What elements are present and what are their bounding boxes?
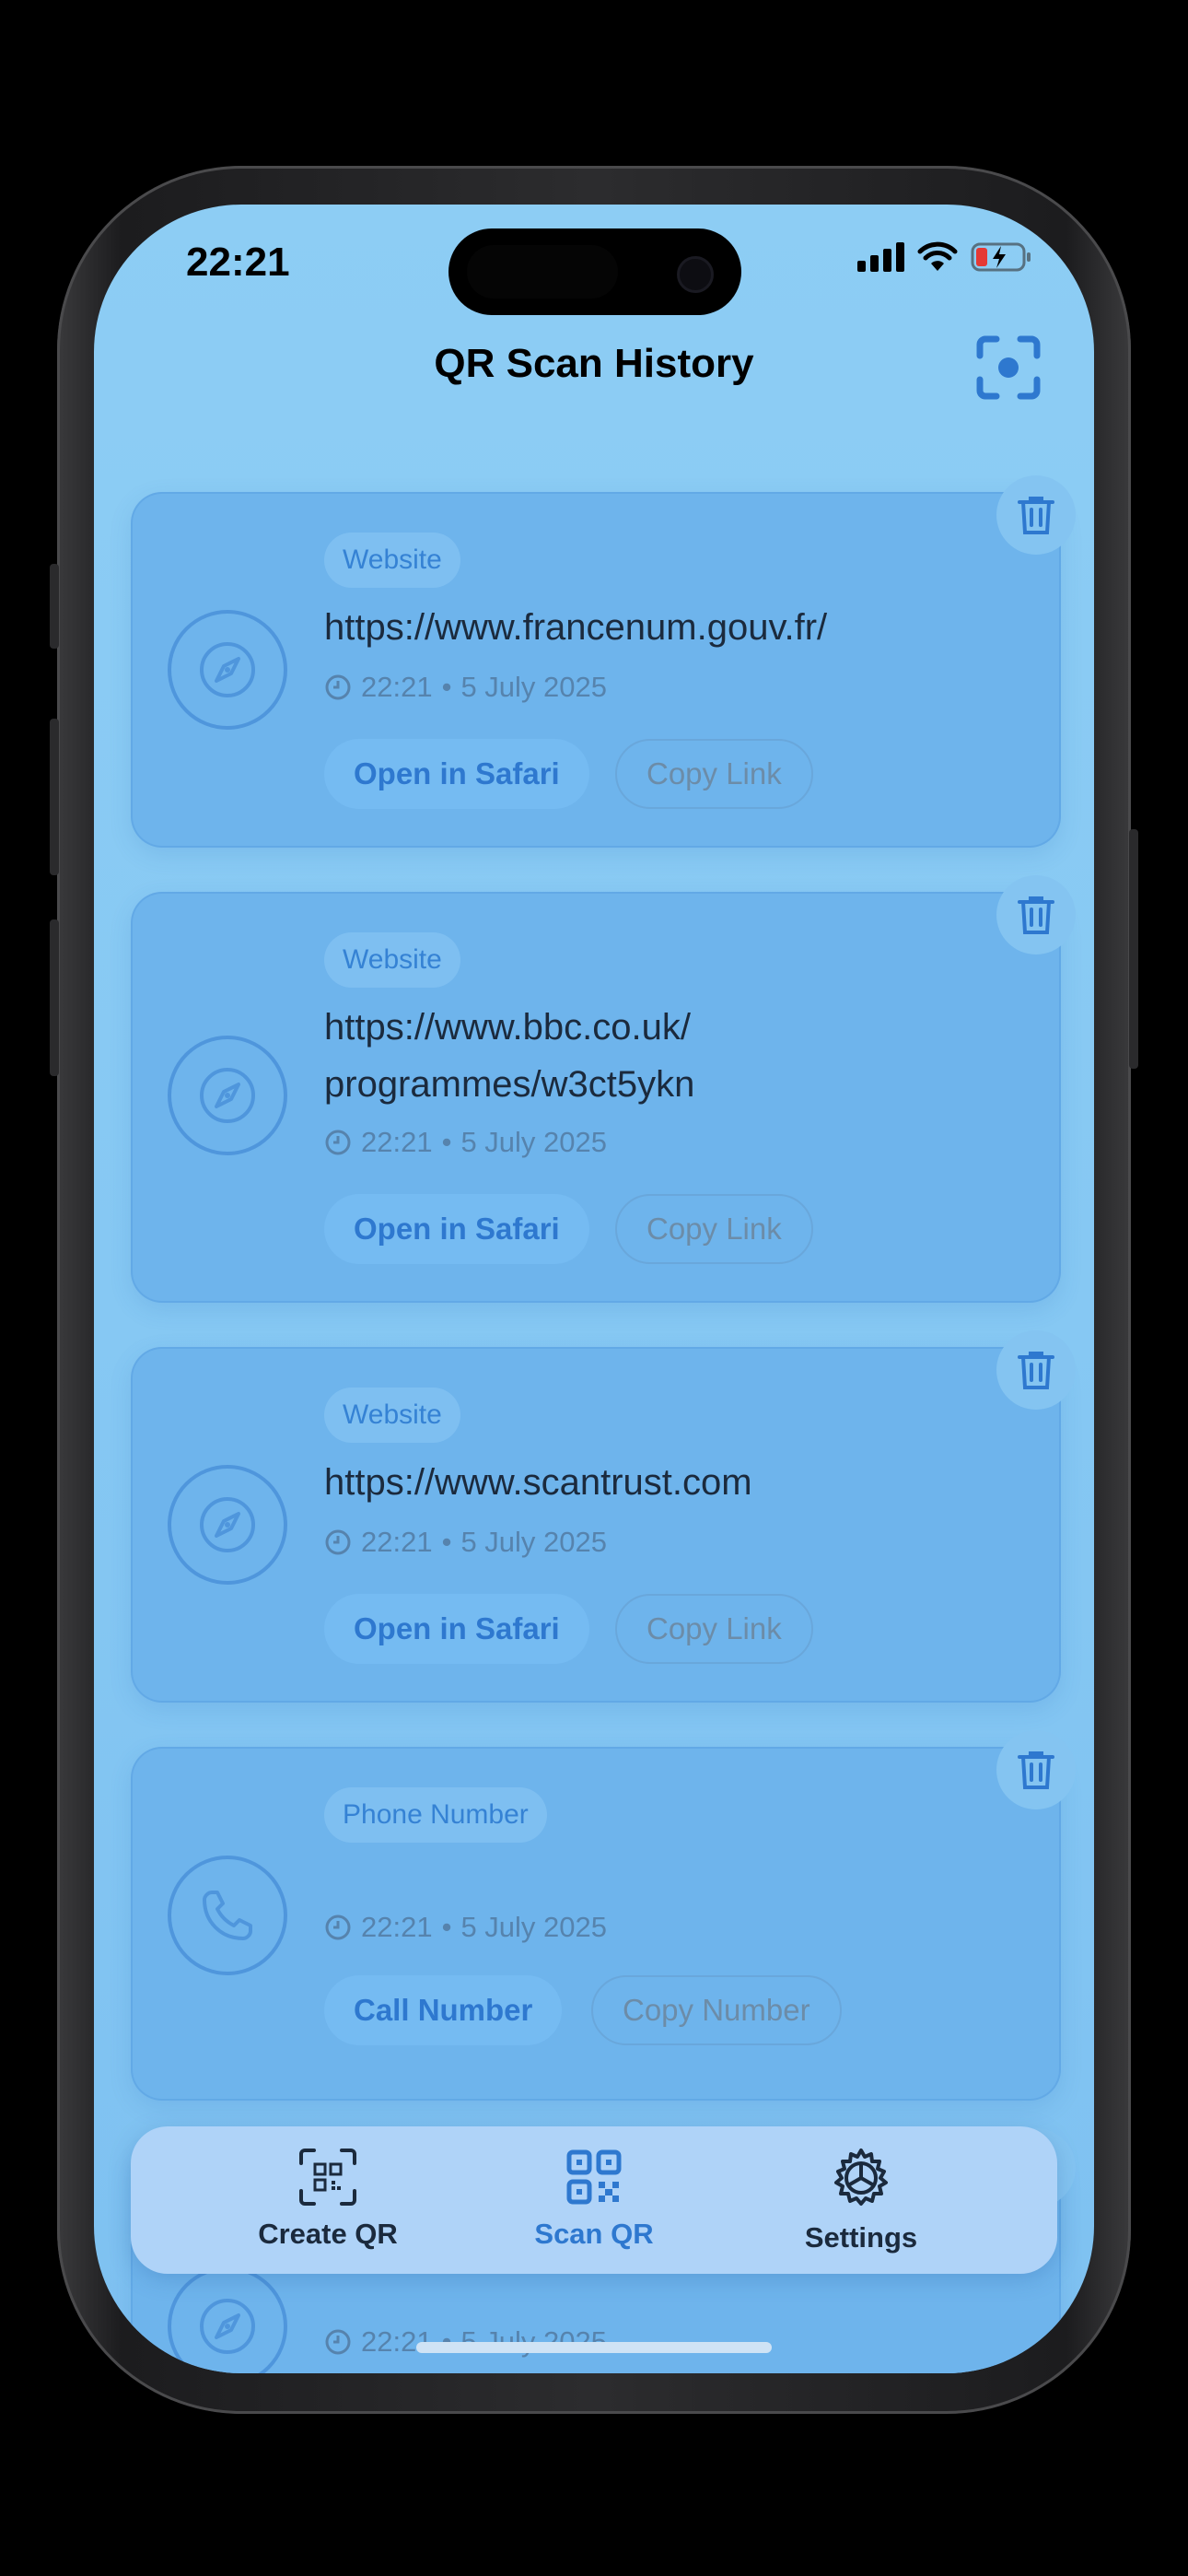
- scanned-url: https://www.bbc.co.uk/ programmes/w3ct5y…: [324, 999, 1042, 1113]
- scan-timestamp: 22:21 • 5 July 2025: [324, 1126, 607, 1159]
- status-icons: [857, 241, 1033, 273]
- clock-icon: [325, 1130, 351, 1155]
- compass-icon-circle: [168, 610, 287, 730]
- compass-icon: [200, 1497, 255, 1552]
- copy-number-button[interactable]: Copy Number: [591, 1975, 842, 2045]
- url-line: programmes/w3ct5ykn: [324, 1064, 695, 1105]
- trash-icon: [1018, 896, 1054, 934]
- phone-icon: [203, 1891, 252, 1940]
- type-badge: Website: [324, 1388, 460, 1443]
- scan-time: 22:21: [361, 1911, 433, 1943]
- compass-icon: [200, 642, 255, 697]
- clock-icon: [325, 2329, 351, 2355]
- trash-icon: [1018, 1352, 1054, 1389]
- copy-link-button[interactable]: Copy Link: [615, 739, 813, 809]
- history-card: Website https://www.bbc.co.uk/ programme…: [131, 892, 1061, 1303]
- separator-dot: •: [441, 671, 452, 703]
- volume-up-button: [50, 719, 59, 875]
- url-line: https://www.scantrust.com: [324, 1462, 752, 1503]
- compass-icon: [200, 2299, 255, 2354]
- scan-time: 22:21: [361, 1526, 433, 1558]
- power-button: [1129, 829, 1138, 1069]
- scan-timestamp: 22:21 • 5 July 2025: [324, 671, 607, 704]
- trash-icon: [1018, 497, 1054, 534]
- scanned-url: https://www.francenum.gouv.fr/: [324, 599, 1042, 656]
- compass-icon-circle: [168, 1465, 287, 1585]
- tab-bar: Create QR Scan QR Settings: [131, 2126, 1057, 2274]
- front-camera: [677, 256, 714, 293]
- delete-button[interactable]: [996, 1330, 1076, 1410]
- phone-icon-circle: [168, 1856, 287, 1975]
- tab-create-qr[interactable]: Create QR: [208, 2147, 448, 2251]
- app-screen: 22:21 QR Scan History Website https://ww…: [94, 205, 1094, 2373]
- separator-dot: •: [441, 1911, 452, 1943]
- island-sensor: [467, 245, 618, 299]
- separator-dot: •: [441, 1126, 452, 1158]
- home-indicator[interactable]: [416, 2342, 772, 2353]
- volume-down-button: [50, 919, 59, 1076]
- url-line: https://www.bbc.co.uk/: [324, 1007, 691, 1048]
- clock-icon: [325, 1529, 351, 1555]
- qr-scan-icon: [566, 2149, 622, 2205]
- viewfinder-icon: [976, 335, 1041, 400]
- delete-button[interactable]: [996, 1730, 1076, 1809]
- scan-time: 22:21: [361, 1126, 433, 1158]
- gear-icon: [834, 2149, 888, 2206]
- delete-button[interactable]: [996, 875, 1076, 954]
- clock-icon: [325, 674, 351, 700]
- open-in-safari-button[interactable]: Open in Safari: [324, 1594, 589, 1664]
- wifi-icon: [917, 241, 958, 271]
- scan-date: 5 July 2025: [460, 671, 607, 703]
- trash-icon: [1018, 1751, 1054, 1789]
- compass-icon-circle: [168, 1036, 287, 1155]
- cellular-signal-icon: [857, 242, 904, 272]
- delete-button[interactable]: [996, 475, 1076, 555]
- copy-link-button[interactable]: Copy Link: [615, 1594, 813, 1664]
- type-badge: Website: [324, 533, 460, 588]
- history-card: Website https://www.scantrust.com 22:21 …: [131, 1347, 1061, 1703]
- open-in-safari-button[interactable]: Open in Safari: [324, 1194, 589, 1264]
- tab-create-qr-label: Create QR: [258, 2218, 398, 2250]
- tab-scan-qr-label: Scan QR: [534, 2218, 654, 2250]
- scan-date: 5 July 2025: [460, 1126, 607, 1158]
- status-time: 22:21: [186, 240, 290, 285]
- scan-timestamp: 22:21 • 5 July 2025: [324, 1911, 607, 1944]
- type-badge: Phone Number: [324, 1787, 547, 1843]
- copy-link-button[interactable]: Copy Link: [615, 1194, 813, 1264]
- call-number-button[interactable]: Call Number: [324, 1975, 563, 2045]
- tab-settings-label: Settings: [804, 2221, 918, 2254]
- scan-date: 5 July 2025: [460, 1911, 607, 1943]
- page-title: QR Scan History: [434, 341, 754, 386]
- dynamic-island: [448, 228, 741, 315]
- url-line: https://www.francenum.gouv.fr/: [324, 607, 828, 648]
- history-card: Phone Number 22:21 • 5 July 2025 Call Nu…: [131, 1747, 1061, 2101]
- type-badge: Website: [324, 932, 460, 988]
- qr-create-icon: [299, 2149, 356, 2206]
- battery-charging-icon: [971, 242, 1031, 272]
- tab-settings[interactable]: Settings: [741, 2147, 981, 2254]
- scan-time: 22:21: [361, 671, 433, 703]
- compass-icon: [200, 1068, 255, 1123]
- history-card: Website https://www.francenum.gouv.fr/ 2…: [131, 492, 1061, 848]
- scan-button[interactable]: [974, 334, 1042, 402]
- scan-date: 5 July 2025: [460, 1526, 607, 1558]
- compass-icon-circle: [168, 2266, 287, 2373]
- action-button: [50, 564, 59, 649]
- open-in-safari-button[interactable]: Open in Safari: [324, 739, 589, 809]
- clock-icon: [325, 1914, 351, 1940]
- tab-scan-qr[interactable]: Scan QR: [474, 2147, 714, 2251]
- scan-timestamp: 22:21 • 5 July 2025: [324, 1526, 607, 1559]
- scanned-url: https://www.scantrust.com: [324, 1454, 1042, 1511]
- separator-dot: •: [441, 1526, 452, 1558]
